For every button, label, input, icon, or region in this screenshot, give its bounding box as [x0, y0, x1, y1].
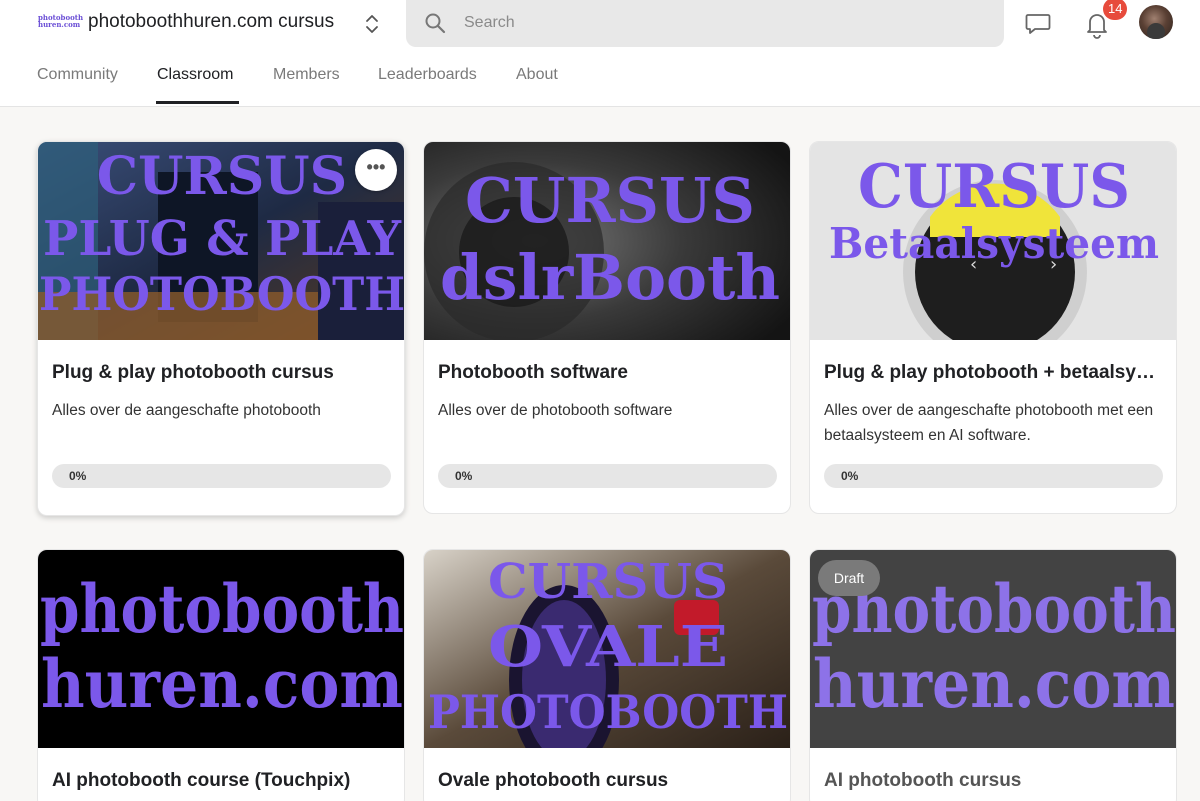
thumb-line-2: dslrBooth [440, 241, 780, 314]
course-card[interactable]: photobooth huren.com AI photobooth cours… [37, 549, 405, 801]
course-card[interactable]: ‹ › CURSUS Betaalsysteem Plug & play pho… [809, 141, 1177, 514]
tab-community[interactable]: Community [37, 66, 118, 84]
course-description: Alles over de aangeschafte photobooth [52, 402, 321, 419]
course-title: AI photobooth course (Touchpix) [52, 770, 351, 791]
progress-label: 0% [841, 469, 859, 483]
group-logo[interactable]: photobooth huren.com [38, 14, 83, 32]
thumb-line-2: huren.com [813, 645, 1175, 723]
thumb-line-3: PHOTOBOOTH [39, 267, 405, 321]
tab-about[interactable]: About [516, 66, 558, 84]
thumb-line-2: OVALE [488, 614, 728, 680]
course-title: Plug & play photobooth cursus [52, 362, 334, 383]
chevron-up-down-icon[interactable] [361, 12, 383, 36]
course-description: Alles over de photobooth software [438, 402, 673, 419]
logo-line-2: huren.com [38, 20, 81, 29]
thumb-line-2: Betaalsysteem [829, 219, 1159, 268]
chat-icon[interactable] [1025, 10, 1051, 36]
course-title: AI photobooth cursus [824, 770, 1022, 791]
course-title: Photobooth software [438, 362, 628, 383]
top-header: photobooth huren.com photoboothhuren.com… [0, 0, 1200, 107]
thumb-line-1: CURSUS [465, 164, 755, 237]
course-title: Plug & play photobooth + betaalsy… [824, 362, 1155, 383]
course-thumbnail: CURSUS OVALE PHOTOBOOTH [424, 550, 790, 748]
search-input[interactable] [464, 10, 984, 36]
thumb-line-1: photobooth [40, 570, 404, 648]
draft-badge: Draft [818, 560, 880, 596]
thumb-line-3: PHOTOBOOTH [428, 685, 788, 739]
thumb-line-2: PLUG & PLAY [43, 211, 402, 267]
thumb-line-1: CURSUS [858, 152, 1130, 222]
group-title[interactable]: photoboothhuren.com cursus [88, 11, 334, 33]
progress-label: 0% [69, 469, 87, 483]
course-progress-bar: 0% [824, 464, 1163, 488]
course-card[interactable]: CURSUS PLUG & PLAY PHOTOBOOTH ••• Plug &… [37, 141, 405, 516]
course-title: Ovale photobooth cursus [438, 770, 669, 791]
tab-classroom[interactable]: Classroom [157, 66, 233, 84]
course-card[interactable]: CURSUS OVALE PHOTOBOOTH Ovale photobooth… [423, 549, 791, 801]
course-thumbnail: CURSUS dslrBooth [424, 142, 790, 340]
course-description: Alles over de aangeschafte photobooth me… [824, 402, 1154, 444]
course-progress-bar: 0% [52, 464, 391, 488]
search-icon [424, 12, 446, 34]
more-horizontal-icon: ••• [366, 157, 386, 177]
course-card[interactable]: photobooth huren.com Draft AI photobooth… [809, 549, 1177, 801]
thumb-line-2: huren.com [41, 645, 403, 723]
tab-members[interactable]: Members [273, 66, 340, 84]
thumb-line-1: CURSUS [97, 146, 347, 207]
tab-leaderboards[interactable]: Leaderboards [378, 66, 477, 84]
course-card[interactable]: CURSUS dslrBooth Photobooth software All… [423, 141, 791, 514]
course-progress-bar: 0% [438, 464, 777, 488]
active-tab-indicator [156, 101, 239, 104]
more-options-button[interactable]: ••• [355, 149, 397, 191]
course-thumbnail: ‹ › CURSUS Betaalsysteem [810, 142, 1176, 340]
search-bar[interactable] [406, 0, 1004, 47]
user-avatar[interactable] [1139, 5, 1173, 39]
notification-count-badge: 14 [1103, 0, 1128, 20]
thumb-line-1: CURSUS [488, 554, 728, 610]
course-thumbnail: CURSUS PLUG & PLAY PHOTOBOOTH [38, 142, 405, 340]
course-thumbnail: photobooth huren.com [38, 550, 404, 748]
progress-label: 0% [455, 469, 473, 483]
